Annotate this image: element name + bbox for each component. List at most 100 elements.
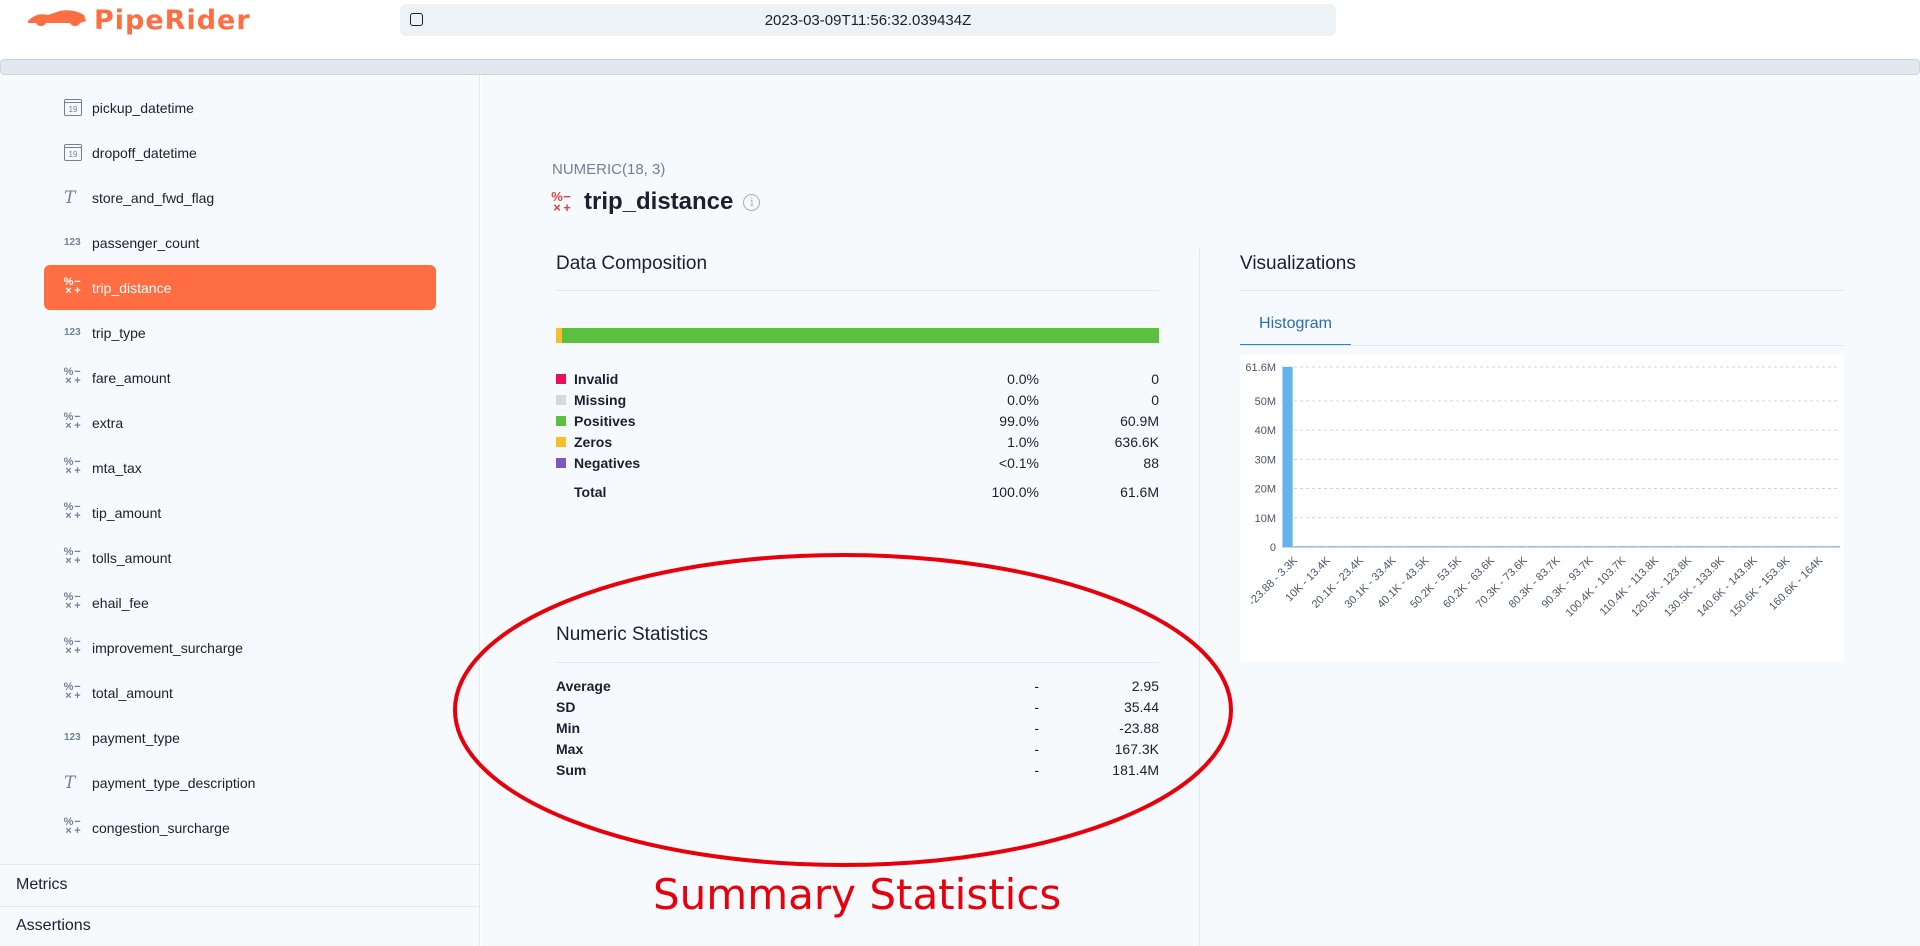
- composition-row-negatives: Negatives <0.1% 88: [556, 454, 1159, 474]
- histogram-bar[interactable]: [1617, 546, 1628, 547]
- sidebar-column-payment_type[interactable]: 123 payment_type: [44, 715, 436, 760]
- sidebar-column-dropoff_datetime[interactable]: 19 dropoff_datetime: [44, 130, 436, 175]
- histogram-bar[interactable]: [1740, 546, 1751, 547]
- histogram-bar[interactable]: [1550, 546, 1561, 547]
- histogram-bar[interactable]: [1483, 546, 1494, 547]
- histogram-bar[interactable]: [1784, 546, 1795, 547]
- histogram-bar[interactable]: [1327, 546, 1338, 547]
- histogram-bar[interactable]: [1773, 546, 1784, 547]
- histogram-bar[interactable]: [1416, 546, 1427, 547]
- histogram-bar[interactable]: [1717, 546, 1728, 547]
- histogram-bar[interactable]: [1572, 546, 1583, 547]
- histogram-bar[interactable]: [1360, 546, 1371, 547]
- histogram-bar[interactable]: [1382, 546, 1394, 547]
- tab-histogram[interactable]: Histogram: [1240, 309, 1351, 346]
- stat-row-min: Min - -23.88: [556, 719, 1159, 739]
- composition-row-zeros: Zeros 1.0% 636.6K: [556, 433, 1159, 453]
- horizontal-scrollbar[interactable]: [0, 59, 1920, 75]
- histogram-bar[interactable]: [1461, 546, 1472, 547]
- histogram-bar[interactable]: [1661, 546, 1673, 547]
- histogram-bar[interactable]: [1728, 546, 1740, 547]
- composition-label: Missing: [574, 392, 627, 408]
- piperider-logo[interactable]: PipeRider: [26, 5, 251, 36]
- sidebar-column-payment_type_description[interactable]: Tpayment_type_description: [44, 760, 436, 805]
- sidebar-column-ehail_fee[interactable]: % − × + ehail_fee: [44, 580, 436, 625]
- histogram-bar[interactable]: [1315, 546, 1327, 547]
- histogram-bar[interactable]: [1304, 546, 1315, 547]
- sidebar-column-label: tolls_amount: [92, 549, 172, 566]
- histogram-bar[interactable]: [1639, 546, 1650, 547]
- histogram-bar[interactable]: [1505, 546, 1516, 547]
- histogram-bar[interactable]: [1293, 546, 1304, 547]
- histogram-bar[interactable]: [1338, 546, 1349, 547]
- sidebar-column-trip_type[interactable]: 123 trip_type: [44, 310, 436, 355]
- histogram-bar[interactable]: [1472, 546, 1483, 547]
- run-timestamp: 2023-03-09T11:56:32.039434Z: [764, 12, 972, 29]
- sidebar-column-total_amount[interactable]: % − × + total_amount: [44, 670, 436, 715]
- histogram-bar[interactable]: [1561, 546, 1572, 547]
- composition-percent: 1.0%: [1007, 434, 1039, 450]
- histogram-bar[interactable]: [1494, 546, 1505, 547]
- histogram-bar[interactable]: [1606, 546, 1617, 547]
- histogram-bar[interactable]: [1449, 546, 1461, 547]
- histogram-bar[interactable]: [1394, 546, 1405, 547]
- histogram-bar[interactable]: [1282, 367, 1293, 547]
- stat-row-sum: Sum - 181.4M: [556, 761, 1159, 781]
- sidebar-column-fare_amount[interactable]: % − × + fare_amount: [44, 355, 436, 400]
- histogram-bar[interactable]: [1438, 546, 1449, 547]
- info-icon[interactable]: i: [743, 193, 761, 211]
- stat-value: 2.95: [1131, 678, 1159, 694]
- histogram-bar[interactable]: [1706, 546, 1717, 547]
- vertical-divider: [1199, 249, 1200, 946]
- sidebar-column-label: fare_amount: [92, 369, 171, 386]
- histogram-bar[interactable]: [1516, 546, 1528, 547]
- histogram-bar[interactable]: [1650, 546, 1661, 547]
- sidebar-column-trip_distance[interactable]: % − × + trip_distance: [44, 265, 436, 310]
- histogram-bar[interactable]: [1829, 546, 1840, 547]
- divider: [556, 290, 1159, 291]
- sidebar-column-passenger_count[interactable]: 123 passenger_count: [44, 220, 436, 265]
- composition-bar[interactable]: [556, 328, 1159, 343]
- assertions-section[interactable]: Assertions: [16, 917, 91, 935]
- histogram-bar[interactable]: [1807, 546, 1818, 547]
- histogram-bar[interactable]: [1405, 546, 1416, 547]
- sidebar-column-store_and_fwd_flag[interactable]: Tstore_and_fwd_flag: [44, 175, 436, 220]
- numeric-icon: % − × +: [551, 189, 571, 215]
- composition-label: Negatives: [574, 455, 641, 471]
- numeric-icon: % − × +: [63, 276, 81, 297]
- histogram-bar[interactable]: [1594, 546, 1606, 547]
- sidebar-column-mta_tax[interactable]: % − × + mta_tax: [44, 445, 436, 490]
- histogram-bar[interactable]: [1818, 546, 1829, 547]
- histogram-bar[interactable]: [1628, 546, 1639, 547]
- metrics-section[interactable]: Metrics: [16, 876, 68, 894]
- sidebar-column-tip_amount[interactable]: % − × + tip_amount: [44, 490, 436, 535]
- histogram-bar[interactable]: [1751, 546, 1762, 547]
- column-name: trip_distance: [584, 188, 734, 215]
- sidebar-column-label: payment_type: [92, 729, 180, 746]
- histogram-bar[interactable]: [1528, 546, 1539, 547]
- sidebar-column-extra[interactable]: % − × + extra: [44, 400, 436, 445]
- legend-swatch: [556, 437, 566, 447]
- histogram-bar[interactable]: [1684, 546, 1695, 547]
- histogram-bar[interactable]: [1673, 546, 1684, 547]
- histogram-bar[interactable]: [1762, 546, 1773, 547]
- sidebar-column-congestion_surcharge[interactable]: % − × + congestion_surcharge: [44, 805, 436, 850]
- y-tick-label: 0: [1270, 542, 1276, 554]
- run-selector[interactable]: 2023-03-09T11:56:32.039434Z: [400, 4, 1336, 36]
- composition-row-total: Total 100.0% 61.6M: [556, 483, 1159, 503]
- sidebar-column-improvement_surcharge[interactable]: % − × + improvement_surcharge: [44, 625, 436, 670]
- sidebar-column-tolls_amount[interactable]: % − × + tolls_amount: [44, 535, 436, 580]
- sidebar-column-label: congestion_surcharge: [92, 819, 230, 836]
- histogram-bar[interactable]: [1371, 546, 1382, 547]
- stat-row-sd: SD - 35.44: [556, 698, 1159, 718]
- histogram-bar[interactable]: [1539, 546, 1550, 547]
- histogram-bar[interactable]: [1795, 546, 1807, 547]
- histogram-bar[interactable]: [1427, 546, 1438, 547]
- main-content: NUMERIC(18, 3) % − × + trip_distance i Dat…: [481, 75, 1920, 946]
- histogram-bar[interactable]: [1583, 546, 1594, 547]
- histogram-bar[interactable]: [1349, 546, 1360, 547]
- sidebar-column-label: extra: [92, 414, 124, 431]
- histogram-bar[interactable]: [1695, 546, 1706, 547]
- sidebar-column-pickup_datetime[interactable]: 19 pickup_datetime: [44, 85, 436, 130]
- divider: [556, 662, 1159, 663]
